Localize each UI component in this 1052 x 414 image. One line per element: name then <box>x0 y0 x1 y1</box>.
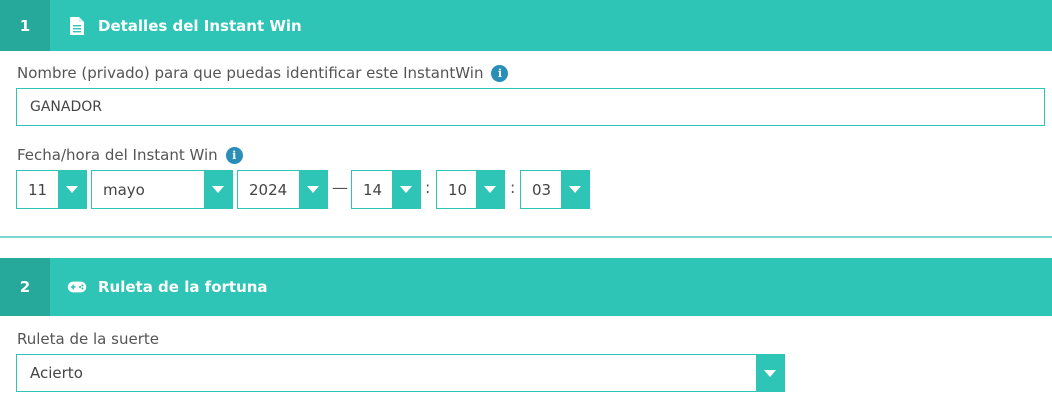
minute-select[interactable]: 10 <box>436 170 505 209</box>
month-select[interactable]: mayo <box>91 170 233 209</box>
chevron-down-icon[interactable] <box>756 355 784 391</box>
chevron-down-icon[interactable] <box>299 171 327 208</box>
section-header-details: 1 Detalles del Instant Win <box>0 0 1052 51</box>
datetime-label: Fecha/hora del Instant Win <box>17 146 218 164</box>
info-icon[interactable]: i <box>225 146 243 164</box>
wheel-label: Ruleta de la suerte <box>17 330 159 348</box>
chevron-down-icon[interactable] <box>204 171 232 208</box>
name-field-label-row: Nombre (privado) para que puedas identif… <box>17 64 509 82</box>
document-icon <box>67 16 87 36</box>
hour-select[interactable]: 14 <box>351 170 421 209</box>
datetime-label-row: Fecha/hora del Instant Win i <box>17 146 243 164</box>
section-title: Ruleta de la fortuna <box>98 278 268 296</box>
wheel-value: Acierto <box>30 364 83 382</box>
second-value: 03 <box>532 180 552 199</box>
name-input[interactable] <box>16 88 1045 126</box>
time-separator: : <box>510 178 516 197</box>
hour-value: 14 <box>363 180 383 199</box>
info-icon[interactable]: i <box>491 64 509 82</box>
day-value: 11 <box>28 180 48 199</box>
minute-value: 10 <box>448 180 468 199</box>
second-select[interactable]: 03 <box>520 170 590 209</box>
section-number: 2 <box>0 258 50 316</box>
name-field-label: Nombre (privado) para que puedas identif… <box>17 64 484 82</box>
section-number: 1 <box>0 0 50 51</box>
month-value: mayo <box>103 180 145 199</box>
section-title: Detalles del Instant Win <box>98 16 302 35</box>
chevron-down-icon[interactable] <box>58 171 86 208</box>
wheel-select[interactable]: Acierto <box>16 354 785 392</box>
gamepad-icon <box>67 277 87 297</box>
date-time-separator: — <box>332 178 348 197</box>
section-divider <box>0 236 1052 238</box>
chevron-down-icon[interactable] <box>476 171 504 208</box>
day-select[interactable]: 11 <box>16 170 87 209</box>
year-select[interactable]: 2024 <box>237 170 328 209</box>
chevron-down-icon[interactable] <box>561 171 589 208</box>
year-value: 2024 <box>249 180 288 199</box>
chevron-down-icon[interactable] <box>392 171 420 208</box>
section-header-wheel: 2 Ruleta de la fortuna <box>0 258 1052 316</box>
wheel-label-row: Ruleta de la suerte <box>17 330 159 348</box>
time-separator: : <box>425 178 431 197</box>
